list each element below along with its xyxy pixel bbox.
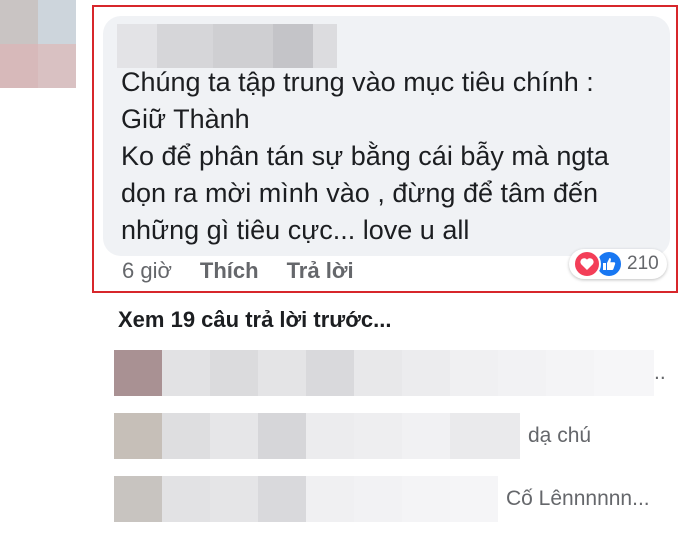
reply-item: Cố Lênnnnnn... bbox=[114, 476, 650, 522]
avatar[interactable] bbox=[0, 0, 76, 88]
reply-text: dạ chú bbox=[528, 424, 592, 447]
reply-item: .. bbox=[114, 350, 666, 396]
reply-text: .. bbox=[654, 361, 666, 384]
reply-text: Cố Lênnnnnn... bbox=[506, 487, 650, 510]
reply-blurred-content[interactable] bbox=[114, 413, 520, 459]
reply-blurred-content[interactable] bbox=[114, 476, 498, 522]
reply-blurred-content[interactable] bbox=[114, 350, 654, 396]
view-previous-replies-link[interactable]: Xem 19 câu trả lời trước... bbox=[118, 307, 391, 333]
reply-item: dạ chú bbox=[114, 413, 591, 459]
love-icon bbox=[573, 250, 601, 278]
